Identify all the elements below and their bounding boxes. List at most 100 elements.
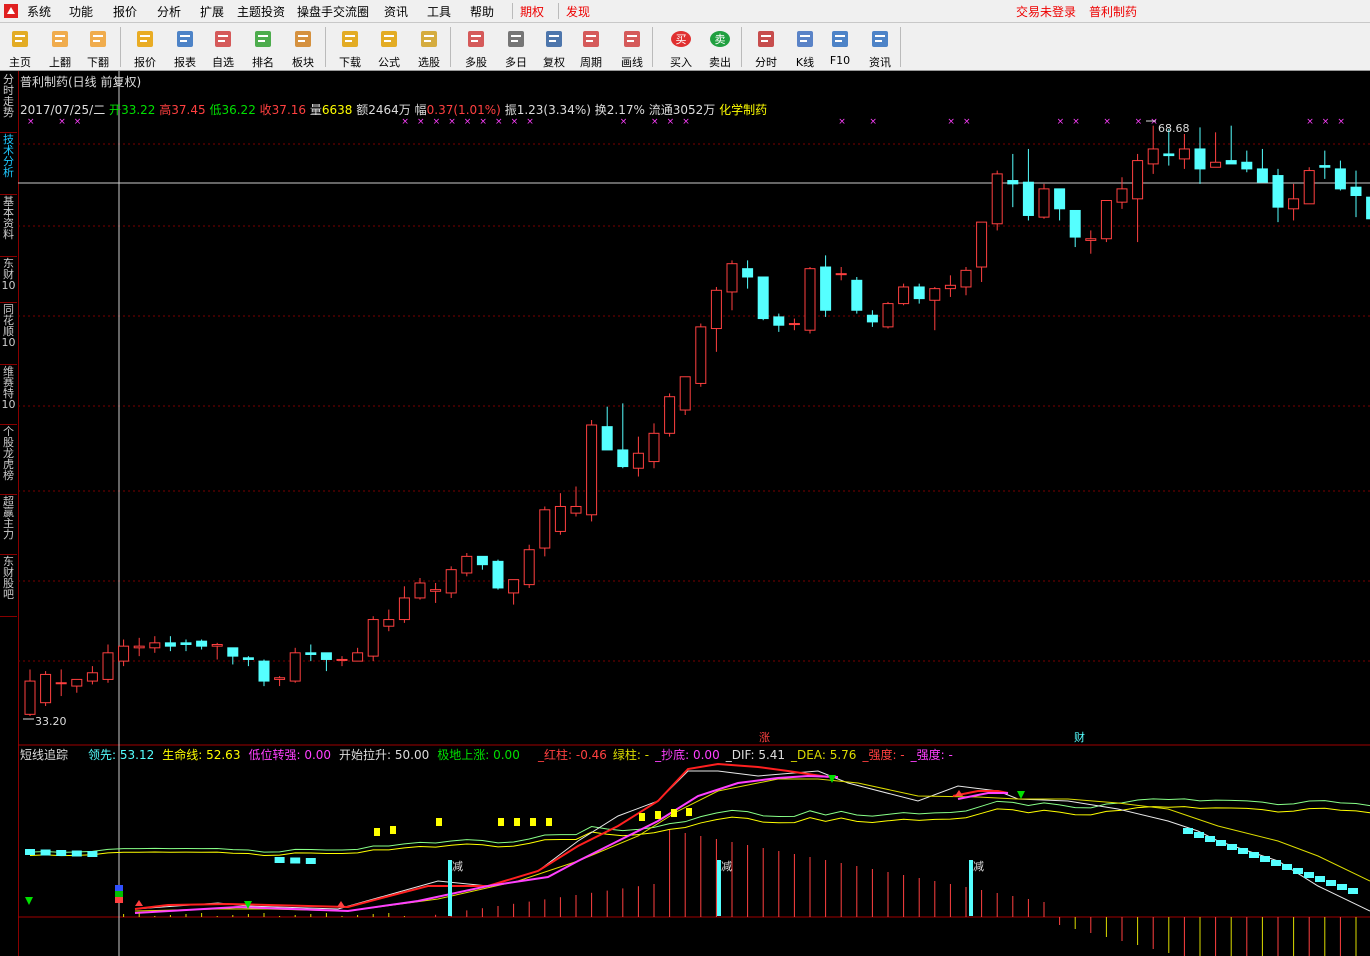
toolbar-f10-button[interactable]: F10 xyxy=(820,26,860,68)
legend-value: 53.12 xyxy=(119,748,155,762)
menu-help[interactable]: 帮助 xyxy=(470,3,494,20)
menu-function[interactable]: 功能 xyxy=(69,3,93,20)
signal-marker: × xyxy=(1135,117,1143,127)
toolbar-kline-button[interactable]: K线 xyxy=(785,26,825,69)
toolbar-blocks-button[interactable]: 板块 xyxy=(283,26,323,69)
toolbar-ranking-button[interactable]: 排名 xyxy=(243,26,283,69)
candle-body xyxy=(1069,209,1081,238)
side-tab-2[interactable]: 基本资料 xyxy=(0,193,17,257)
menu-options[interactable]: 期权 xyxy=(520,3,544,20)
toolbar-sell-button[interactable]: 卖卖出 xyxy=(700,26,740,69)
toolbar-f6-button[interactable]: 自选 xyxy=(203,26,243,69)
candle-body xyxy=(461,555,473,574)
yen-icon xyxy=(137,31,153,47)
menu-discover[interactable]: 发现 xyxy=(566,3,590,20)
toolbar-formula-button[interactable]: 公式 xyxy=(369,26,409,69)
candle-body xyxy=(601,426,613,451)
candle-body xyxy=(991,173,1003,225)
signal-marker: × xyxy=(1306,117,1314,127)
menu-theme-invest[interactable]: 主题投资 xyxy=(237,3,285,20)
legend-label: 低位转强: xyxy=(248,748,305,762)
toolbar-download-button[interactable]: 下载 xyxy=(330,26,370,69)
candle-body xyxy=(352,652,364,662)
candle-body xyxy=(211,643,223,647)
toolbar-label: 下翻 xyxy=(87,56,109,69)
candle-body xyxy=(430,589,442,592)
menu-trader-circle[interactable]: 操盘手交流圈 xyxy=(297,3,369,20)
toolbar-home-button[interactable]: 主页 xyxy=(0,26,40,69)
strength-square xyxy=(530,818,536,826)
weak-step-marker xyxy=(305,858,316,864)
trade-login-status[interactable]: 交易未登录 xyxy=(1016,3,1076,20)
candle-body xyxy=(258,660,270,682)
toolbar-pick-stock-button[interactable]: 选股 xyxy=(409,26,449,69)
legend-label: 开始拉升: xyxy=(339,748,395,762)
toolbar-table-button[interactable]: 报表 xyxy=(165,26,205,69)
menu-system[interactable]: 系统 xyxy=(27,3,51,20)
strength-square xyxy=(546,818,552,826)
signal-marker: × xyxy=(651,117,659,127)
side-tab-5[interactable]: 维赛特10 xyxy=(0,363,17,425)
candle-body xyxy=(1147,148,1159,165)
strength-square xyxy=(436,818,442,826)
legend-value: - xyxy=(644,748,650,762)
weak-step-marker xyxy=(87,851,98,857)
legend-label: _DIF: xyxy=(725,748,759,762)
menu-news[interactable]: 资讯 xyxy=(384,3,408,20)
indicator-legend-item: _强度: - xyxy=(862,748,904,762)
side-tab-4[interactable]: 同花顺10 xyxy=(0,301,17,365)
legend-value: 52.63 xyxy=(206,748,241,762)
side-tab-1[interactable]: 技术分析 xyxy=(0,131,17,195)
candle-body xyxy=(1100,199,1112,240)
legend-label: _DEA: xyxy=(791,748,830,762)
side-tab-8[interactable]: 东财股吧 xyxy=(0,553,17,617)
stack-marker xyxy=(115,891,123,897)
toolbar-label: 公式 xyxy=(378,56,400,69)
candle-body xyxy=(539,509,551,549)
menu-analysis[interactable]: 分析 xyxy=(157,3,181,20)
toolbar-multi-stock-button[interactable]: 多股 xyxy=(456,26,496,69)
candle-body xyxy=(508,579,520,594)
indicator-legend-item: _DEA: 5.76 xyxy=(791,748,856,762)
stack-marker xyxy=(115,897,123,903)
toolbar-label: 多股 xyxy=(465,56,487,69)
legend-label: _强度: xyxy=(862,748,901,762)
toolbar-label: 报价 xyxy=(134,56,156,69)
candle-body xyxy=(196,640,208,647)
toolbar-label: 报表 xyxy=(174,56,196,69)
toolbar-intraday-button[interactable]: 分时 xyxy=(746,26,786,69)
candle-body xyxy=(976,221,988,268)
side-tab-7[interactable]: 超赢主力 xyxy=(0,493,17,555)
menu-quote[interactable]: 报价 xyxy=(113,3,137,20)
toolbar-up-arrow-button[interactable]: 上翻 xyxy=(40,26,80,69)
menu-tools[interactable]: 工具 xyxy=(427,3,451,20)
reduce-label: 减 xyxy=(452,860,463,873)
toolbar-news-button[interactable]: 资讯 xyxy=(860,26,900,69)
toolbar-label: 板块 xyxy=(292,56,314,69)
blocks-icon xyxy=(295,31,311,47)
candle-body xyxy=(664,396,676,434)
indicator-legend-item: 生命线: 52.63 xyxy=(162,748,240,762)
signal-marker: × xyxy=(417,117,425,127)
change-value: 0.37(1.01%) xyxy=(426,103,501,117)
toolbar-f8-button[interactable]: 周期 xyxy=(571,26,611,69)
signal-marker: × xyxy=(74,117,82,127)
toolbar-label: 排名 xyxy=(252,56,274,69)
side-tab-0[interactable]: 分时走势 xyxy=(0,71,17,133)
toolbar-draw-line-button[interactable]: 画线 xyxy=(612,26,652,69)
signal-marker: × xyxy=(838,117,846,127)
candle-body xyxy=(523,549,535,586)
toolbar-buy-button[interactable]: 买买入 xyxy=(661,26,701,69)
side-tab-3[interactable]: 东财10 xyxy=(0,255,17,303)
weak-step-marker xyxy=(1205,836,1215,842)
kline-chart[interactable]: × × × × × × × × × × × × × × × × × × × × × × × × × × × ×68.6833.20涨财… xyxy=(18,71,1370,956)
toolbar-clock-button[interactable]: 多日 xyxy=(496,26,536,69)
side-tab-6[interactable]: 个股龙虎榜 xyxy=(0,423,17,495)
toolbar-down-arrow-button[interactable]: 下翻 xyxy=(78,26,118,69)
toolbar-adjust-button[interactable]: 复权 xyxy=(534,26,574,69)
candle-body xyxy=(851,279,863,311)
candle-body xyxy=(866,314,878,323)
high-price-marker: 68.68 xyxy=(1158,122,1190,135)
toolbar-yen-button[interactable]: 报价 xyxy=(125,26,165,69)
menu-extend[interactable]: 扩展 xyxy=(200,3,224,20)
